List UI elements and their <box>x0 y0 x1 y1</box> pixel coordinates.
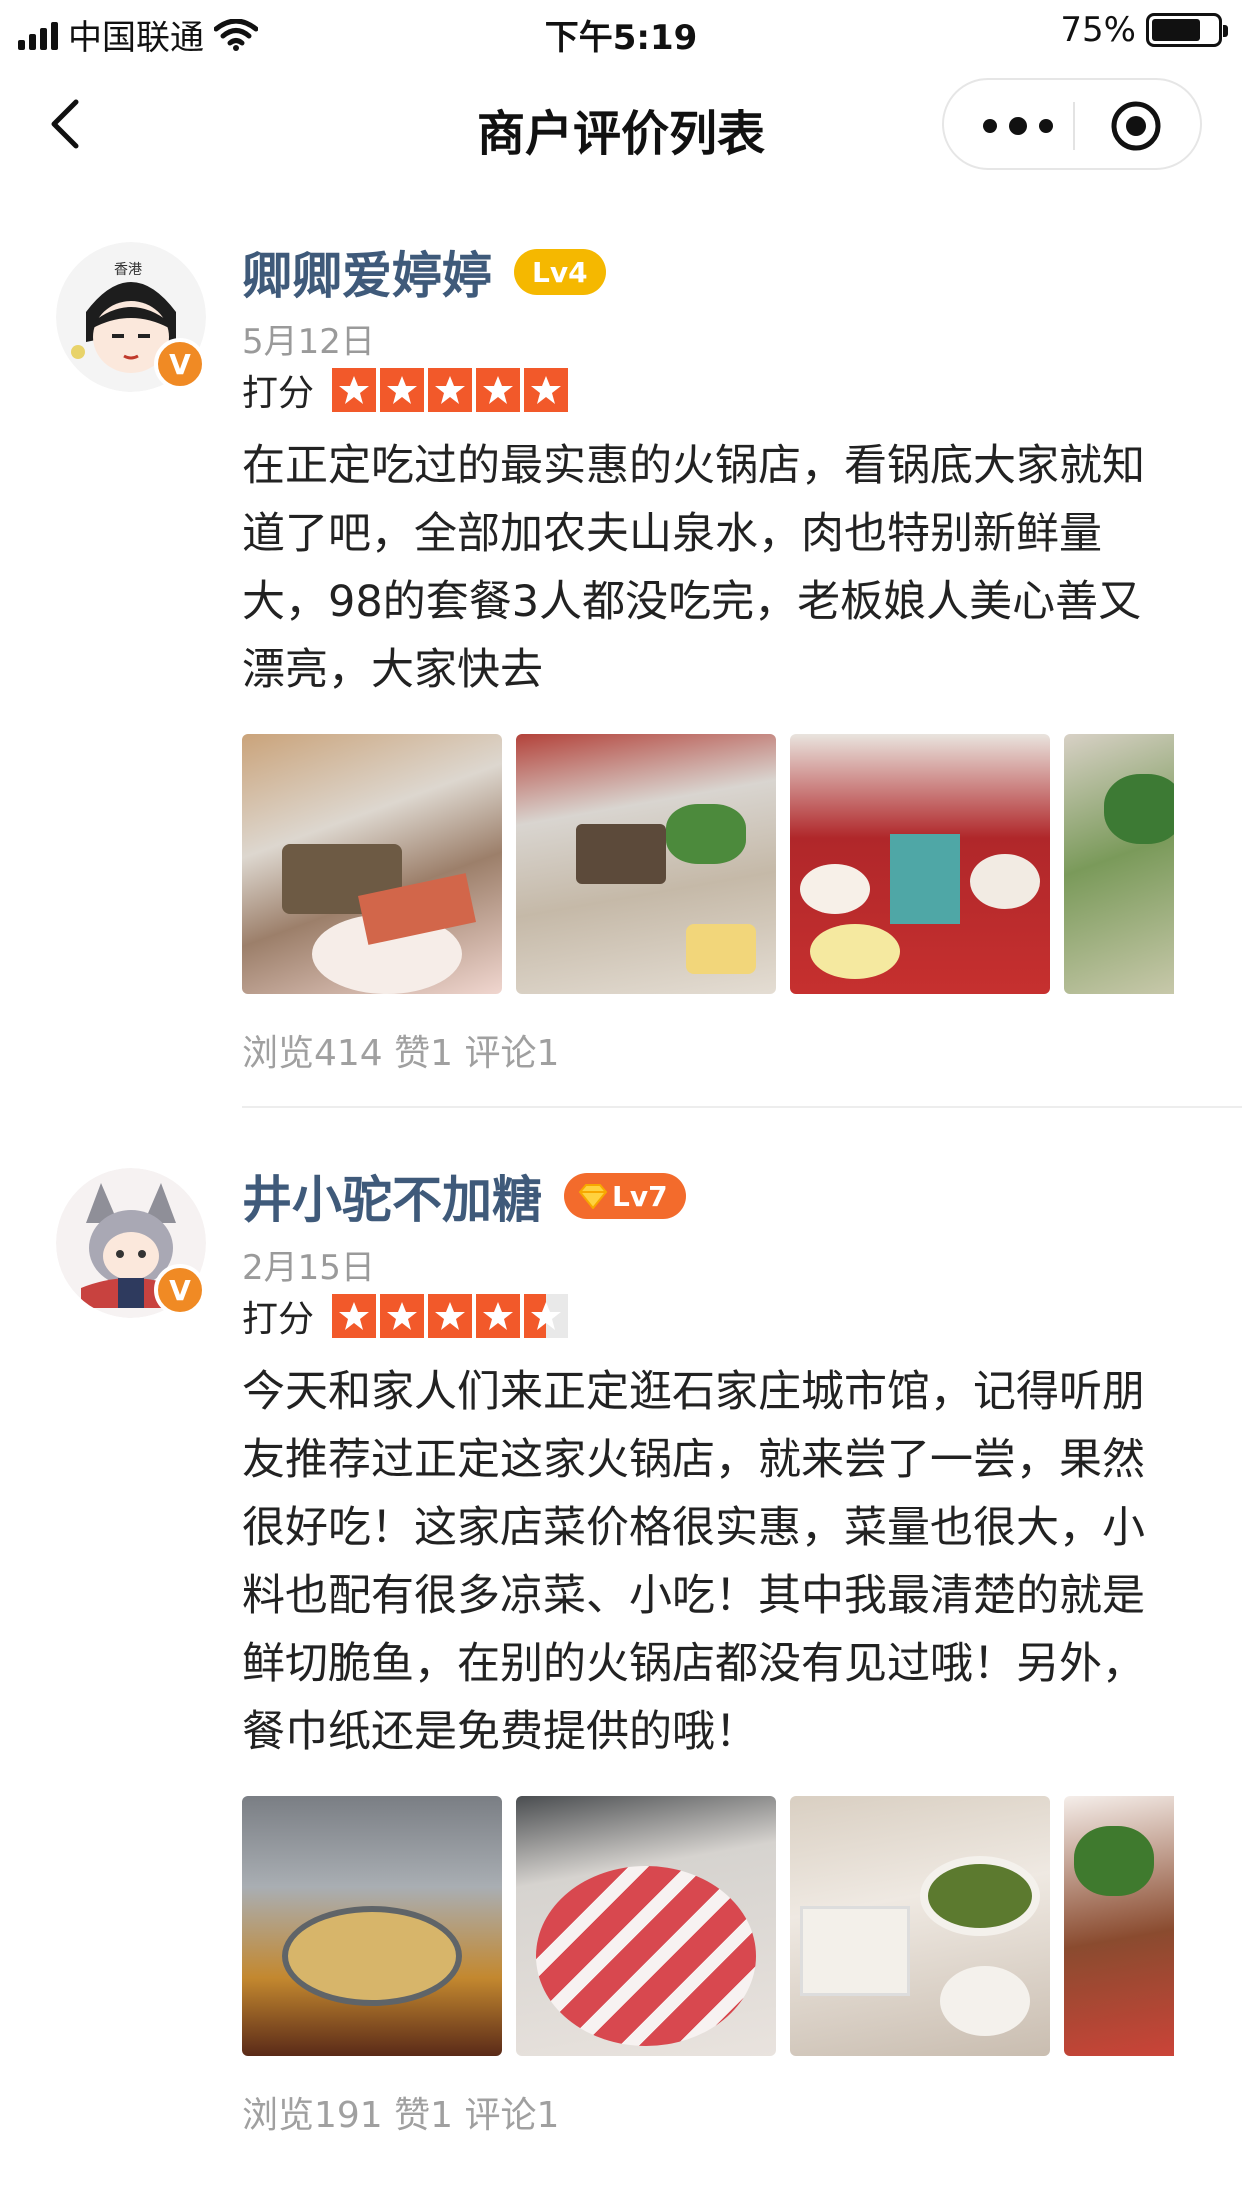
review-text: 今天和家人们来正定逛石家庄城市馆，记得听朋友推荐过正定这家火锅店，就来尝了一尝，… <box>242 1367 1145 1757</box>
clock: 下午5:19 <box>544 18 698 58</box>
review-photo[interactable] <box>790 734 1050 994</box>
star-rating <box>332 1294 569 1338</box>
avatar[interactable]: 香港 V <box>56 242 216 402</box>
review-date: 2月15日 <box>242 1248 375 1288</box>
photo-strip[interactable] <box>242 734 1174 994</box>
photo-strip[interactable] <box>242 1796 1174 2056</box>
svg-text:香港: 香港 <box>114 262 142 278</box>
rating-label: 打分 <box>242 1299 315 1340</box>
rating-row: 打分 <box>242 364 569 416</box>
verified-badge: V <box>154 338 206 390</box>
navigation-bar: 商户评价列表 <box>0 64 1242 184</box>
review-photo[interactable] <box>1064 1796 1174 2056</box>
status-bar: 中国联通 下午5:19 75% <box>0 0 1242 64</box>
star-icon <box>524 1294 569 1338</box>
star-icon <box>332 368 377 412</box>
review-stats: 浏览191 赞1 评论1 <box>242 2095 560 2136</box>
battery-fill <box>1152 19 1200 41</box>
review-photo[interactable] <box>516 1796 776 2056</box>
avatar[interactable]: V <box>56 1168 216 1328</box>
divider <box>242 1106 1242 1108</box>
star-icon <box>476 368 521 412</box>
target-icon[interactable] <box>1110 100 1162 152</box>
username[interactable]: 井小驼不加糖 <box>242 1160 542 1232</box>
review-date: 5月12日 <box>242 322 375 362</box>
star-icon <box>428 1294 473 1338</box>
level-badge: Lv4 <box>514 249 606 295</box>
star-icon <box>380 368 425 412</box>
user-row: 井小驼不加糖 Lv7 <box>242 1160 686 1232</box>
star-icon <box>524 368 569 412</box>
username[interactable]: 卿卿爱婷婷 <box>242 236 492 308</box>
verified-badge: V <box>154 1264 206 1316</box>
star-icon <box>476 1294 521 1338</box>
review-photo[interactable] <box>1064 734 1174 994</box>
star-icon <box>380 1294 425 1338</box>
star-icon <box>428 368 473 412</box>
battery-icon <box>1146 13 1228 47</box>
review-text: 在正定吃过的最实惠的火锅店，看锅底大家就知道了吧，全部加农夫山泉水，肉也特别新鲜… <box>242 441 1145 695</box>
battery-percent: 75% <box>1060 10 1136 50</box>
capsule-divider <box>1073 102 1075 150</box>
more-dots-icon[interactable] <box>980 114 1056 138</box>
review-stats: 浏览414 赞1 评论1 <box>242 1033 560 1074</box>
review-photo[interactable] <box>242 1796 502 2056</box>
review-photo[interactable] <box>242 734 502 994</box>
rating-label: 打分 <box>242 373 315 414</box>
review-photo[interactable] <box>516 734 776 994</box>
level-text: Lv7 <box>612 1179 668 1213</box>
level-badge: Lv7 <box>564 1173 686 1219</box>
review-photo[interactable] <box>790 1796 1050 2056</box>
star-rating <box>332 368 569 412</box>
user-row: 卿卿爱婷婷 Lv4 <box>242 236 606 308</box>
rating-row: 打分 <box>242 1290 569 1342</box>
diamond-icon <box>578 1184 608 1209</box>
status-right: 75% <box>1060 10 1228 50</box>
star-icon <box>332 1294 377 1338</box>
mini-program-capsule <box>942 78 1202 170</box>
